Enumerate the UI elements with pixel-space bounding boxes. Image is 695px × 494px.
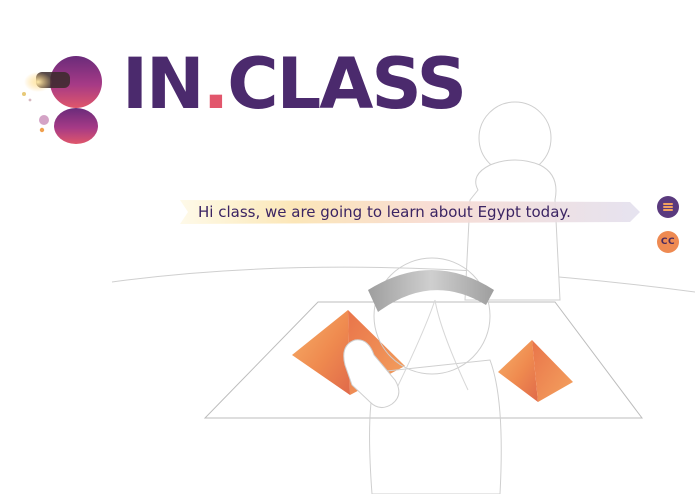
caption-bar: Hi class, we are going to learn about Eg… xyxy=(180,198,640,226)
mascot-icon xyxy=(22,56,102,144)
logo: IN.CLASS xyxy=(14,44,474,154)
hamburger-icon xyxy=(663,203,673,211)
brand-wordmark: IN.CLASS xyxy=(122,43,467,125)
brand-name-rest: CLASS xyxy=(227,43,467,125)
menu-button[interactable] xyxy=(657,196,679,218)
brand-name-dot: . xyxy=(202,43,230,125)
cc-label: CC xyxy=(660,237,676,247)
caption-text: Hi class, we are going to learn about Eg… xyxy=(198,203,571,221)
closed-captions-button[interactable]: CC xyxy=(657,231,679,253)
table-top xyxy=(203,301,643,419)
vr-classroom-view: IN.CLASS Hi class, we are going to learn… xyxy=(0,0,695,494)
brand-name-main: IN xyxy=(122,43,205,125)
